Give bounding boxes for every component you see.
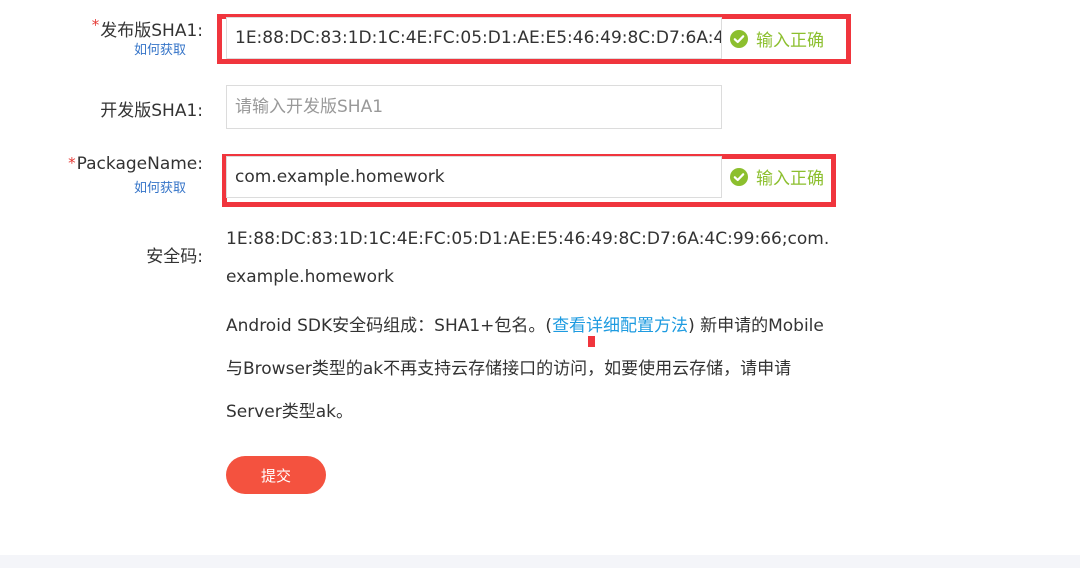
submit-button[interactable]: 提交 [226,456,326,494]
required-mark: * [91,16,100,34]
dev-sha1-label: 开发版SHA1: [100,101,203,121]
release-sha1-help-link[interactable]: 如何获取 [134,39,186,58]
check-circle-icon [730,167,748,186]
package-name-help-link[interactable]: 如何获取 [134,177,186,196]
package-name-status-text: 输入正确 [756,169,824,189]
release-sha1-status: 输入正确 [730,26,824,51]
required-mark: * [68,154,76,172]
package-name-label: *PackageName: [68,154,203,174]
security-code-label: 安全码: [146,247,203,267]
release-sha1-input[interactable]: 1E:88:DC:83:1D:1C:4E:FC:05:D1:AE:E5:46:4… [226,17,722,59]
security-code-note: Android SDK安全码组成：SHA1+包名。(查看详细配置方法) 新申请的… [226,305,838,434]
config-guide-link[interactable]: 查看详细配置方法 [552,316,688,336]
package-name-status: 输入正确 [730,164,824,189]
check-circle-icon [730,29,748,48]
note-text-before: Android SDK安全码组成：SHA1+包名。( [226,316,553,336]
release-sha1-status-text: 输入正确 [756,31,824,51]
package-name-input[interactable]: com.example.homework [226,156,722,198]
dev-sha1-input[interactable]: 请输入开发版SHA1 [226,85,722,129]
release-sha1-label: *发布版SHA1: [91,16,203,41]
security-code-value: 1E:88:DC:83:1D:1C:4E:FC:05:D1:AE:E5:46:4… [226,229,830,287]
footer-bar [0,555,1080,568]
ak-config-form: *发布版SHA1: 如何获取 1E:88:DC:83:1D:1C:4E:FC:0… [0,0,1080,568]
cursor-marker [588,336,595,347]
